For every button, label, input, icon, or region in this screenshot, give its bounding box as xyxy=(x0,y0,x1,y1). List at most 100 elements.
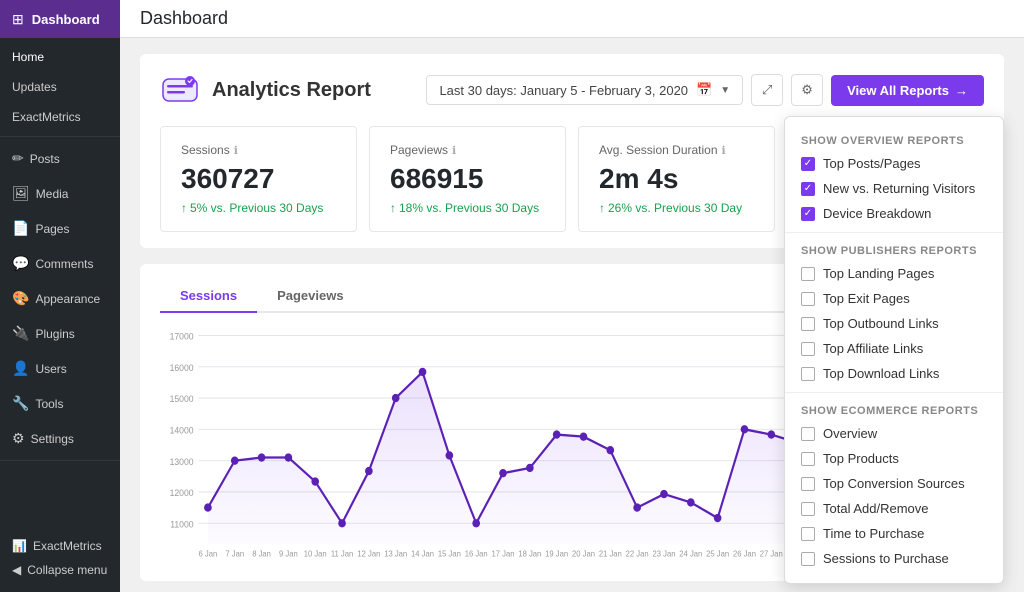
sidebar-exactmetrics[interactable]: 📊 ExactMetrics xyxy=(12,534,108,558)
sidebar-item-users[interactable]: 👤 Users xyxy=(0,351,120,386)
sidebar-item-settings[interactable]: ⚙ Settings xyxy=(0,421,120,456)
avg-session-label: Avg. Session Duration ℹ xyxy=(599,143,754,157)
sidebar-item-appearance[interactable]: 🎨 Appearance xyxy=(0,281,120,316)
dropdown-item-device-breakdown[interactable]: ✓ Device Breakdown xyxy=(785,201,1003,226)
dropdown-item-top-products[interactable]: Top Products xyxy=(785,446,1003,471)
dropdown-item-sessions-to-purchase[interactable]: Sessions to Purchase xyxy=(785,546,1003,571)
sidebar-divider-1 xyxy=(0,136,120,137)
dropdown-item-top-posts[interactable]: ✓ Top Posts/Pages xyxy=(785,151,1003,176)
checkbox-top-affiliate[interactable] xyxy=(801,342,815,356)
date-picker[interactable]: Last 30 days: January 5 - February 3, 20… xyxy=(426,75,743,105)
dropdown-item-new-returning[interactable]: ✓ New vs. Returning Visitors xyxy=(785,176,1003,201)
svg-text:13000: 13000 xyxy=(170,456,194,466)
svg-text:24 Jan: 24 Jan xyxy=(679,549,702,558)
analytics-controls: Last 30 days: January 5 - February 3, 20… xyxy=(426,74,984,106)
checkbox-device-breakdown[interactable]: ✓ xyxy=(801,207,815,221)
svg-text:12000: 12000 xyxy=(170,488,194,498)
sidebar-nav-updates[interactable]: Updates xyxy=(0,72,120,102)
sidebar-nav-home[interactable]: Home xyxy=(0,42,120,72)
svg-text:17000: 17000 xyxy=(170,331,194,341)
settings-button[interactable]: ⚙ xyxy=(791,74,823,106)
checkbox-top-products[interactable] xyxy=(801,452,815,466)
new-returning-label: New vs. Returning Visitors xyxy=(823,181,975,196)
checkbox-ecom-overview[interactable] xyxy=(801,427,815,441)
svg-text:18 Jan: 18 Jan xyxy=(518,549,541,558)
checkbox-sessions-to-purchase[interactable] xyxy=(801,552,815,566)
page-title: Dashboard xyxy=(140,8,228,29)
sidebar-nav-exactmetrics[interactable]: ExactMetrics xyxy=(0,102,120,132)
ecommerce-section-title: Show eCommerce Reports xyxy=(785,399,1003,421)
sessions-value: 360727 xyxy=(181,163,336,195)
sessions-change: 5% vs. Previous 30 Days xyxy=(181,201,336,215)
checkbox-top-conversion[interactable] xyxy=(801,477,815,491)
svg-text:13 Jan: 13 Jan xyxy=(384,549,407,558)
sidebar-item-media-label: Media xyxy=(36,187,69,201)
checkbox-total-add-remove[interactable] xyxy=(801,502,815,516)
resize-button[interactable]: ⤢ xyxy=(751,74,783,106)
tab-pageviews[interactable]: Pageviews xyxy=(257,280,364,313)
sidebar-item-pages[interactable]: 📄 Pages xyxy=(0,211,120,246)
sidebar-item-media[interactable]: 🖼 Media xyxy=(0,176,120,211)
sidebar: ⊞ Dashboard Home Updates ExactMetrics ✏ … xyxy=(0,0,120,592)
sidebar-item-plugins[interactable]: 🔌 Plugins xyxy=(0,316,120,351)
pageviews-change: 18% vs. Previous 30 Days xyxy=(390,201,545,215)
svg-text:9 Jan: 9 Jan xyxy=(279,549,298,558)
top-posts-label: Top Posts/Pages xyxy=(823,156,921,171)
svg-text:11 Jan: 11 Jan xyxy=(331,549,353,558)
svg-text:12 Jan: 12 Jan xyxy=(357,549,380,558)
pageviews-label: Pageviews ℹ xyxy=(390,143,545,157)
analytics-header: Analytics Report Last 30 days: January 5… xyxy=(160,70,984,110)
svg-text:19 Jan: 19 Jan xyxy=(545,549,568,558)
svg-text:20 Jan: 20 Jan xyxy=(572,549,595,558)
main-body: Analytics Report Last 30 days: January 5… xyxy=(120,38,1024,592)
top-download-label: Top Download Links xyxy=(823,366,939,381)
comments-icon: 💬 xyxy=(12,255,29,272)
dropdown-item-total-add-remove[interactable]: Total Add/Remove xyxy=(785,496,1003,521)
sidebar-item-pages-label: Pages xyxy=(35,222,69,236)
dropdown-item-overview[interactable]: Overview xyxy=(785,421,1003,446)
dropdown-item-top-conversion[interactable]: Top Conversion Sources xyxy=(785,471,1003,496)
pages-icon: 📄 xyxy=(12,220,29,237)
tools-icon: 🔧 xyxy=(12,395,29,412)
checkbox-time-to-purchase[interactable] xyxy=(801,527,815,541)
dropdown-divider-2 xyxy=(785,392,1003,393)
chevron-down-icon: ▼ xyxy=(720,85,730,96)
dropdown-item-top-download[interactable]: Top Download Links xyxy=(785,361,1003,386)
svg-text:22 Jan: 22 Jan xyxy=(626,549,649,558)
dropdown-item-top-exit[interactable]: Top Exit Pages xyxy=(785,286,1003,311)
sidebar-item-comments[interactable]: 💬 Comments xyxy=(0,246,120,281)
svg-text:8 Jan: 8 Jan xyxy=(252,549,271,558)
view-all-reports-button[interactable]: View All Reports → xyxy=(831,75,984,106)
checkbox-top-download[interactable] xyxy=(801,367,815,381)
svg-text:23 Jan: 23 Jan xyxy=(652,549,675,558)
checkbox-top-exit[interactable] xyxy=(801,292,815,306)
sidebar-item-posts[interactable]: ✏ Posts xyxy=(0,141,120,176)
appearance-icon: 🎨 xyxy=(12,290,29,307)
checkbox-new-returning[interactable]: ✓ xyxy=(801,182,815,196)
info-icon-pageviews: ℹ xyxy=(452,144,456,157)
main-header: Dashboard xyxy=(120,0,1024,38)
sidebar-item-plugins-label: Plugins xyxy=(35,327,74,341)
tab-sessions[interactable]: Sessions xyxy=(160,280,257,313)
dropdown-item-top-landing[interactable]: Top Landing Pages xyxy=(785,261,1003,286)
sidebar-collapse-label: Collapse menu xyxy=(27,563,107,577)
sidebar-header[interactable]: ⊞ Dashboard xyxy=(0,0,120,38)
sidebar-bottom: 📊 ExactMetrics ◀ Collapse menu xyxy=(0,524,120,592)
checkbox-top-landing[interactable] xyxy=(801,267,815,281)
svg-text:6 Jan: 6 Jan xyxy=(199,549,218,558)
dropdown-item-time-to-purchase[interactable]: Time to Purchase xyxy=(785,521,1003,546)
svg-text:15 Jan: 15 Jan xyxy=(438,549,461,558)
sidebar-exactmetrics-label: ExactMetrics xyxy=(33,539,102,553)
sidebar-item-tools[interactable]: 🔧 Tools xyxy=(0,386,120,421)
svg-text:26 Jan: 26 Jan xyxy=(733,549,756,558)
dropdown-item-top-outbound[interactable]: Top Outbound Links xyxy=(785,311,1003,336)
sidebar-top-nav: Home Updates ExactMetrics xyxy=(0,38,120,132)
sessions-label: Sessions ℹ xyxy=(181,143,336,157)
total-add-remove-label: Total Add/Remove xyxy=(823,501,929,516)
checkbox-top-outbound[interactable] xyxy=(801,317,815,331)
info-icon-avg: ℹ xyxy=(722,144,726,157)
sidebar-collapse[interactable]: ◀ Collapse menu xyxy=(12,558,108,582)
top-affiliate-label: Top Affiliate Links xyxy=(823,341,923,356)
checkbox-top-posts[interactable]: ✓ xyxy=(801,157,815,171)
dropdown-item-top-affiliate[interactable]: Top Affiliate Links xyxy=(785,336,1003,361)
